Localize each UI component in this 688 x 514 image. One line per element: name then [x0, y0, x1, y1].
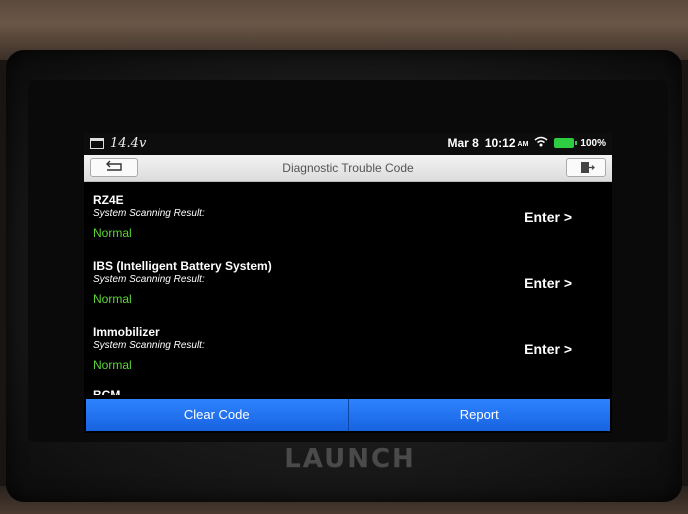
battery-level: 100%	[580, 137, 606, 149]
partial-list-item[interactable]: BCM	[93, 387, 120, 395]
page-title: Diagnostic Trouble Code	[282, 161, 414, 175]
list-item[interactable]: Immobilizer System Scanning Result: Norm…	[84, 319, 612, 385]
list-item[interactable]: IBS (Intelligent Battery System) System …	[84, 253, 612, 319]
enter-button[interactable]: Enter >	[524, 209, 572, 225]
system-scan-label: System Scanning Result:	[93, 208, 205, 219]
status-time: 10:12	[484, 136, 516, 150]
status-bar: 14.4v Mar 8 10:12 AM 100%	[84, 133, 612, 155]
battery-icon	[554, 138, 578, 148]
list-item[interactable]: RZ4E System Scanning Result: Normal Ente…	[84, 187, 612, 253]
status-date: Mar 8	[447, 136, 479, 150]
exit-icon	[567, 162, 605, 180]
report-button[interactable]: Report	[347, 399, 610, 431]
status-ampm: AM	[517, 141, 529, 148]
enter-button[interactable]: Enter >	[524, 275, 572, 291]
screen: 14.4v Mar 8 10:12 AM 100% Diagnostic Tro…	[84, 133, 612, 433]
system-scan-label: System Scanning Result:	[93, 340, 205, 351]
brand-logo: LAUNCH	[284, 444, 416, 474]
system-status: Normal	[93, 226, 132, 240]
clear-code-button[interactable]: Clear Code	[86, 399, 348, 431]
calendar-icon	[90, 138, 104, 149]
bottom-action-bar: Clear Code Report	[86, 399, 610, 431]
system-name: Immobilizer	[93, 325, 160, 339]
system-name: RZ4E	[93, 193, 124, 207]
system-name: IBS (Intelligent Battery System)	[93, 259, 272, 273]
wifi-icon	[534, 136, 548, 150]
enter-button[interactable]: Enter >	[524, 341, 572, 357]
system-status: Normal	[93, 292, 132, 306]
system-status: Normal	[93, 358, 132, 372]
system-scan-label: System Scanning Result:	[93, 274, 205, 285]
title-bar: Diagnostic Trouble Code	[84, 155, 612, 182]
system-list: RZ4E System Scanning Result: Normal Ente…	[84, 187, 612, 385]
exit-button[interactable]	[566, 158, 606, 177]
voltage-readout: 14.4v	[110, 136, 147, 151]
